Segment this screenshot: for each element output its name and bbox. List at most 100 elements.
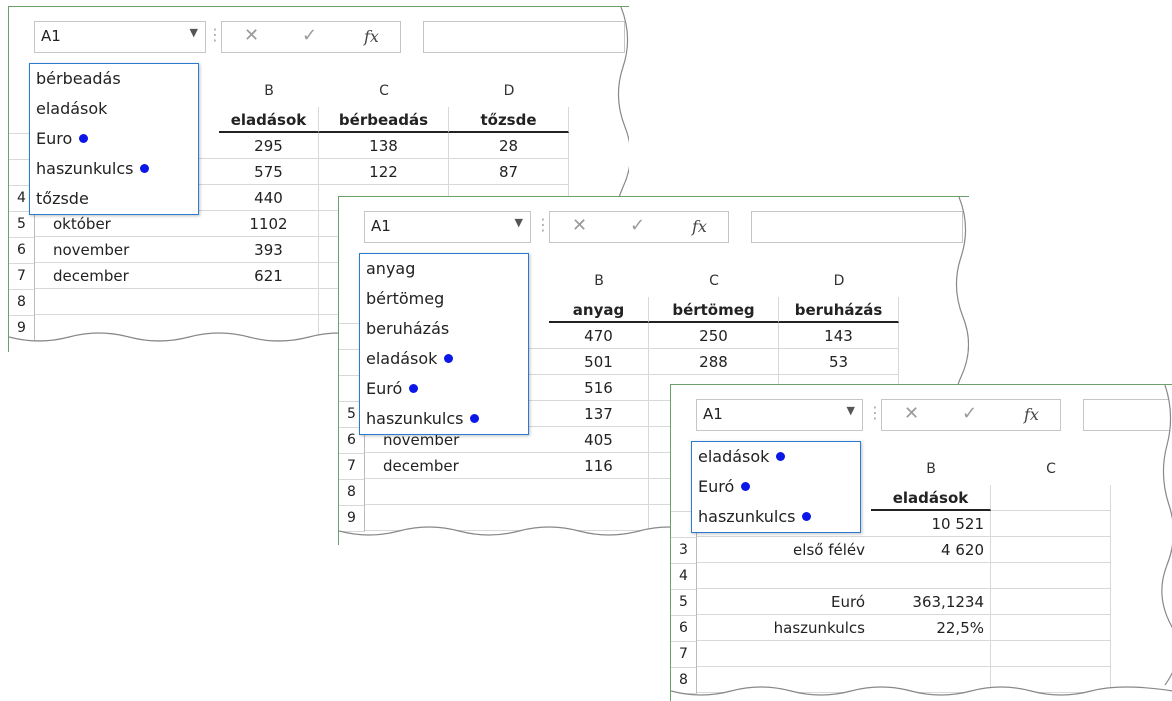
value-cell[interactable]: 116 — [549, 453, 649, 479]
column-header-B[interactable]: B — [871, 461, 991, 483]
value-cell[interactable]: 621 — [219, 263, 319, 289]
value-cell[interactable]: 250 — [649, 323, 779, 349]
chevron-down-icon[interactable]: ▼ — [515, 216, 523, 229]
row-label-cell[interactable]: első félév — [697, 537, 871, 563]
dropdown-item[interactable]: bérbeadás — [30, 64, 198, 94]
row-header[interactable]: 5 — [9, 211, 35, 238]
value-cell[interactable] — [871, 641, 991, 667]
row-label-cell[interactable] — [365, 505, 549, 531]
row-header[interactable]: 6 — [9, 237, 35, 264]
value-cell[interactable]: 28 — [449, 133, 569, 159]
row-label-cell[interactable]: december — [365, 453, 549, 479]
dropdown-item[interactable]: haszunkulcs — [692, 502, 860, 532]
column-header-B[interactable]: B — [549, 273, 649, 295]
formula-input[interactable] — [423, 21, 625, 53]
value-cell[interactable] — [991, 537, 1111, 563]
value-cell[interactable]: 501 — [549, 349, 649, 375]
row-label-cell[interactable] — [365, 479, 549, 505]
column-header-B[interactable]: B — [219, 83, 319, 105]
value-cell[interactable]: 143 — [779, 323, 899, 349]
name-box[interactable]: A1 ▼ — [696, 399, 863, 431]
row-header[interactable]: 5 — [671, 589, 697, 616]
name-box[interactable]: A1 ▼ — [364, 211, 531, 243]
dropdown-item[interactable]: eladások — [692, 442, 860, 472]
row-header[interactable]: 8 — [671, 667, 697, 694]
row-label-cell[interactable]: november — [35, 237, 219, 263]
value-cell[interactable]: 137 — [549, 401, 649, 427]
value-cell[interactable]: 288 — [649, 349, 779, 375]
value-cell[interactable]: 22,5% — [871, 615, 991, 641]
value-cell[interactable]: 4 620 — [871, 537, 991, 563]
value-cell[interactable] — [991, 589, 1111, 615]
cancel-icon[interactable]: ✕ — [572, 215, 587, 236]
header-cell[interactable]: anyag — [549, 297, 649, 323]
header-cell[interactable]: beruházás — [779, 297, 899, 323]
function-icon[interactable]: fx — [692, 217, 707, 236]
value-cell[interactable] — [549, 479, 649, 505]
function-icon[interactable]: fx — [364, 27, 379, 46]
row-label-cell[interactable]: haszunkulcs — [697, 615, 871, 641]
chevron-down-icon[interactable]: ▼ — [190, 26, 198, 39]
row-header[interactable]: 9 — [339, 505, 365, 532]
dropdown-item[interactable]: tőzsde — [30, 184, 198, 214]
dropdown-item[interactable]: anyag — [360, 254, 528, 284]
row-header[interactable]: 8 — [9, 289, 35, 316]
enter-check-icon[interactable]: ✓ — [630, 215, 645, 236]
chevron-down-icon[interactable]: ▼ — [847, 404, 855, 417]
dropdown-item[interactable]: haszunkulcs — [30, 154, 198, 184]
row-header[interactable]: 4 — [671, 563, 697, 590]
column-header-C[interactable]: C — [649, 273, 779, 295]
row-header[interactable]: 3 — [671, 537, 697, 564]
header-cell[interactable] — [991, 485, 1111, 511]
value-cell[interactable] — [871, 667, 991, 693]
function-icon[interactable]: fx — [1024, 405, 1039, 424]
value-cell[interactable]: 516 — [549, 375, 649, 401]
dropdown-item[interactable]: eladások — [30, 94, 198, 124]
dropdown-item[interactable]: haszunkulcs — [360, 404, 528, 434]
column-header-C[interactable]: C — [991, 461, 1111, 483]
column-header-D[interactable]: D — [779, 273, 899, 295]
row-label-cell[interactable] — [697, 563, 871, 589]
value-cell[interactable]: 295 — [219, 133, 319, 159]
value-cell[interactable] — [991, 563, 1111, 589]
value-cell[interactable]: 440 — [219, 185, 319, 211]
value-cell[interactable] — [991, 511, 1111, 537]
formula-input[interactable] — [751, 211, 963, 243]
dropdown-item[interactable]: beruházás — [360, 314, 528, 344]
value-cell[interactable] — [991, 667, 1111, 693]
header-cell[interactable]: tőzsde — [449, 107, 569, 133]
header-cell[interactable]: bérbeadás — [319, 107, 449, 133]
row-label-cell[interactable] — [697, 641, 871, 667]
value-cell[interactable]: 470 — [549, 323, 649, 349]
value-cell[interactable]: 1102 — [219, 211, 319, 237]
value-cell[interactable]: 405 — [549, 427, 649, 453]
cancel-icon[interactable]: ✕ — [904, 403, 919, 424]
value-cell[interactable]: 10 521 — [871, 511, 991, 537]
row-header[interactable]: 8 — [339, 479, 365, 506]
value-cell[interactable] — [219, 315, 319, 341]
formula-input[interactable] — [1083, 399, 1172, 431]
row-label-cell[interactable]: Euró — [697, 589, 871, 615]
value-cell[interactable]: 363,1234 — [871, 589, 991, 615]
dropdown-item[interactable]: Euro — [30, 124, 198, 154]
header-cell[interactable]: bértömeg — [649, 297, 779, 323]
dropdown-item[interactable]: bértömeg — [360, 284, 528, 314]
dropdown-item[interactable]: Euró — [692, 472, 860, 502]
column-header-D[interactable]: D — [449, 83, 569, 105]
row-header[interactable]: 7 — [671, 641, 697, 668]
header-cell[interactable]: eladások — [871, 485, 991, 511]
row-label-cell[interactable] — [697, 667, 871, 693]
header-cell[interactable]: eladások — [219, 107, 319, 133]
column-header-C[interactable]: C — [319, 83, 449, 105]
value-cell[interactable]: 53 — [779, 349, 899, 375]
row-header[interactable]: 9 — [9, 315, 35, 342]
value-cell[interactable] — [991, 641, 1111, 667]
value-cell[interactable]: 393 — [219, 237, 319, 263]
enter-check-icon[interactable]: ✓ — [962, 403, 977, 424]
dropdown-item[interactable]: Euró — [360, 374, 528, 404]
name-box[interactable]: A1 ▼ — [34, 21, 206, 53]
row-label-cell[interactable]: december — [35, 263, 219, 289]
row-header[interactable]: 7 — [9, 263, 35, 290]
value-cell[interactable]: 87 — [449, 159, 569, 185]
value-cell[interactable] — [219, 289, 319, 315]
